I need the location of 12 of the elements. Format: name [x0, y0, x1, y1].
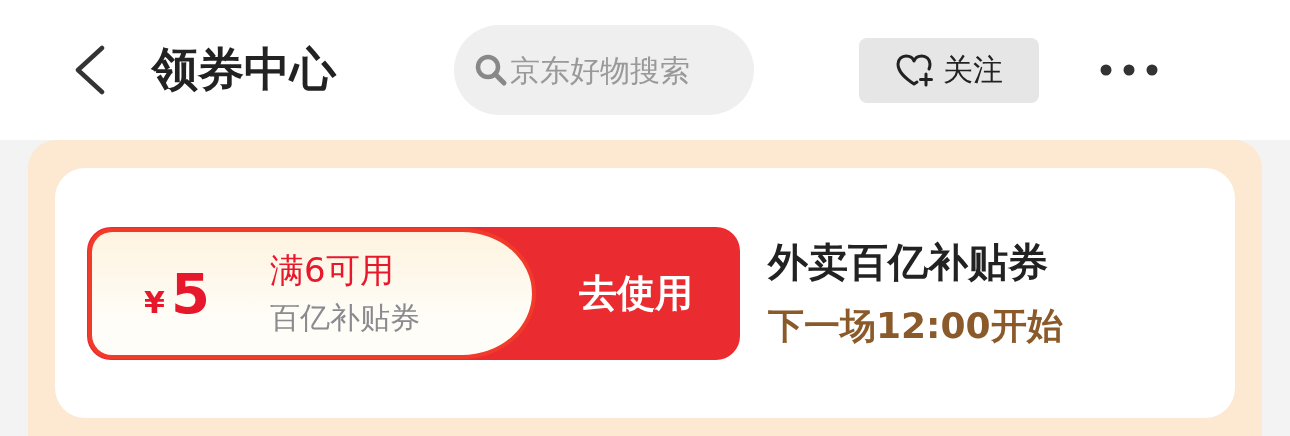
coupon-amount: 5 — [170, 260, 210, 326]
more-icon[interactable] — [1099, 63, 1159, 77]
coupon-name: 外卖百亿补贴券 — [768, 238, 1049, 287]
search-field[interactable]: 京东好物搜索 — [454, 25, 754, 115]
coupon-type: 百亿补贴券 — [270, 298, 420, 337]
next-session-text: 下一场12:00开始 — [768, 304, 1063, 348]
follow-button[interactable]: 关注 — [859, 37, 1039, 103]
coupon-condition: 满6可用 — [270, 248, 395, 292]
page-title: 领券中心 — [152, 41, 336, 98]
use-button[interactable]: 去使用 — [532, 226, 740, 360]
currency-symbol: ¥ — [144, 284, 165, 320]
heart-plus-icon — [895, 53, 935, 87]
